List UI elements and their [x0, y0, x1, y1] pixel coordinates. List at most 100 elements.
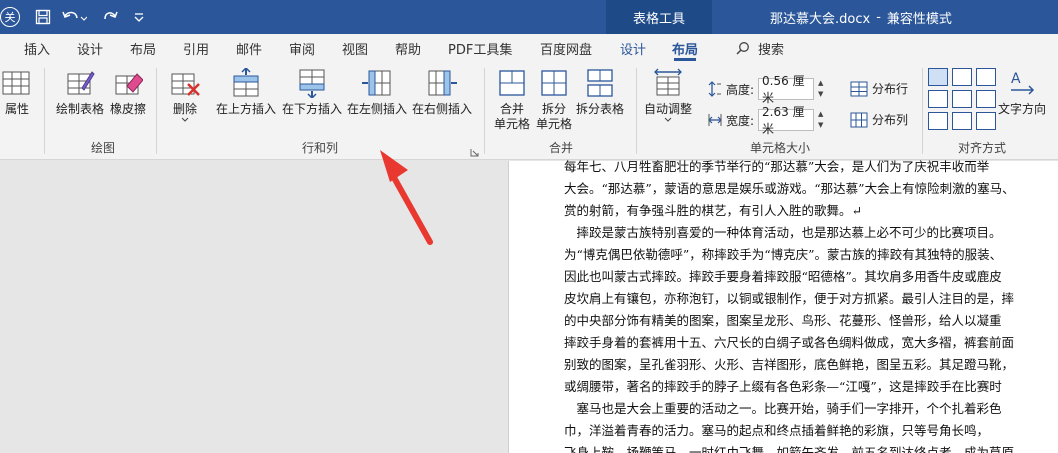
- text-direction-icon: A: [1011, 71, 1035, 95]
- customize-toolbar-icon[interactable]: [124, 0, 154, 34]
- rows-cols-dialog-launcher[interactable]: [470, 148, 479, 157]
- insert-above-label: 在上方插入: [216, 102, 277, 116]
- doc-line: 塞马也是大会上重要的活动之一。比赛开始，骑手们一字排开，个个扎着彩色: [564, 401, 1002, 416]
- title-separator: -: [876, 9, 881, 25]
- doc-line: 摔跤手身着的套裤用十五、六尺长的白绸子或各色绸料做成，宽大多褶，裤套前面: [564, 335, 1015, 350]
- draw-table-icon: [67, 71, 95, 95]
- distribute-cols-label: 分布列: [872, 113, 909, 127]
- ribbon: 属性 绘制表格 橡皮擦 绘图 删除 在上方插入 在下方插入 在左侧插入 在右侧插…: [0, 62, 1058, 160]
- properties-label: 属性: [4, 102, 29, 116]
- tab-table-layout[interactable]: 布局: [672, 34, 698, 62]
- tab-design[interactable]: 设计: [77, 34, 103, 62]
- tab-review[interactable]: 审阅: [289, 34, 315, 62]
- insert-above-icon: [233, 68, 259, 97]
- document-body: 每年七、八月牲畜肥壮的季节举行的“那达慕”大会，是人们为了庆祝丰收而举 大会。“…: [564, 156, 1058, 453]
- split-cells-label-2: 单元格: [536, 117, 573, 131]
- col-width-label: 宽度:: [726, 113, 755, 128]
- merge-cells-label-2: 单元格: [494, 117, 531, 131]
- doc-line: 飞身上鞍，扬鞭策马，一时红巾飞舞，如箭矢齐发。前五名到达终点者，成为草原: [564, 445, 1015, 453]
- insert-left-label: 在左侧插入: [347, 102, 408, 116]
- search-icon: [736, 41, 750, 55]
- document-title: 那达慕大会.docx - 兼容性模式: [770, 0, 952, 34]
- distribute-cols-button[interactable]: 分布列: [850, 111, 908, 128]
- col-width-input[interactable]: 2.63 厘米: [758, 105, 815, 136]
- tab-mailings[interactable]: 邮件: [236, 34, 262, 62]
- align-bottom-center-button[interactable]: [952, 112, 972, 130]
- delete-button[interactable]: 删除: [170, 68, 200, 123]
- align-top-left-button[interactable]: [928, 68, 948, 86]
- col-width-field: 宽度: 2.63 厘米 ▲ ▼: [708, 105, 830, 136]
- tab-pdf-tools[interactable]: PDF工具集: [448, 34, 512, 62]
- tab-insert[interactable]: 插入: [24, 34, 50, 62]
- autosave-toggle[interactable]: 关: [0, 7, 20, 27]
- autofit-button[interactable]: 自动调整: [644, 68, 692, 123]
- distribute-cols-icon: [850, 112, 868, 127]
- merge-group-label: 合并: [548, 141, 573, 155]
- doc-line: 摔跤是蒙古族特别喜爱的一种体育活动，也是那达慕上必不可少的比赛项目。: [564, 225, 1002, 240]
- draw-table-label: 绘制表格: [56, 102, 105, 116]
- align-bottom-left-button[interactable]: [928, 112, 948, 130]
- properties-button[interactable]: 属性: [2, 68, 32, 117]
- tab-table-design[interactable]: 设计: [620, 34, 646, 62]
- doc-line: 的中央部分饰有精美的图案，图案呈龙形、鸟形、花蔓形、怪兽形，给人以凝重: [564, 313, 1002, 328]
- tab-view[interactable]: 视图: [342, 34, 368, 62]
- undo-icon[interactable]: [56, 0, 92, 34]
- ribbon-tabs: 插入 设计 布局 引用 邮件 审阅 视图 帮助 PDF工具集 百度网盘 设计 布…: [0, 34, 1058, 62]
- tab-references[interactable]: 引用: [183, 34, 209, 62]
- autofit-dropdown-icon: [664, 117, 672, 122]
- align-bottom-right-button[interactable]: [976, 112, 996, 130]
- insert-below-button[interactable]: 在下方插入: [282, 68, 342, 117]
- split-cells-button[interactable]: 拆分 单元格: [536, 68, 572, 132]
- row-height-spinner[interactable]: ▲ ▼: [818, 78, 830, 100]
- doc-line: 赏的射箭，有争强斗胜的棋艺，有引人入胜的歌舞。↵: [564, 203, 862, 218]
- eraser-icon: [115, 73, 143, 95]
- merge-cells-button[interactable]: 合并 单元格: [494, 68, 530, 132]
- split-table-icon: [587, 69, 613, 97]
- merge-cells-label-1: 合并: [500, 102, 525, 116]
- distribute-rows-label: 分布行: [872, 82, 909, 96]
- doc-line: 巾，洋溢着青春的活力。塞马的起点和终点插着鲜艳的彩旗，只等号角长鸣，: [564, 423, 990, 438]
- insert-above-button[interactable]: 在上方插入: [216, 68, 276, 117]
- document-page[interactable]: 每年七、八月牲畜肥壮的季节举行的“那达慕”大会，是人们为了庆祝丰收而举 大会。“…: [508, 159, 1058, 453]
- doc-line: 别致的图案，呈孔雀羽形、火形、吉祥图形，底色鲜艳，图呈五彩。其足蹬马靴，: [564, 357, 1015, 372]
- insert-below-label: 在下方插入: [282, 102, 343, 116]
- document-name: 那达慕大会.docx: [770, 11, 871, 27]
- tab-layout[interactable]: 布局: [130, 34, 156, 62]
- insert-left-button[interactable]: 在左侧插入: [347, 68, 407, 117]
- alignment-group-label: 对齐方式: [957, 141, 1006, 155]
- insert-left-icon: [362, 70, 391, 96]
- delete-label: 删除: [172, 102, 197, 116]
- eraser-button[interactable]: 橡皮擦: [110, 68, 146, 117]
- tab-help[interactable]: 帮助: [395, 34, 421, 62]
- distribute-rows-button[interactable]: 分布行: [850, 80, 908, 97]
- align-middle-right-button[interactable]: [976, 90, 996, 108]
- cell-size-group-label: 单元格大小: [749, 141, 810, 155]
- annotation-arrow: [380, 150, 433, 245]
- distribute-rows-icon: [850, 81, 868, 96]
- row-height-label: 高度:: [726, 82, 755, 97]
- align-top-right-button[interactable]: [976, 68, 996, 86]
- col-width-spinner[interactable]: ▲ ▼: [818, 109, 830, 131]
- tab-baidu-netdisk[interactable]: 百度网盘: [540, 34, 592, 62]
- search-label: 搜索: [758, 42, 785, 58]
- delete-dropdown-icon: [181, 117, 189, 122]
- col-width-icon: [708, 114, 722, 126]
- align-middle-left-button[interactable]: [928, 90, 948, 108]
- insert-right-button[interactable]: 在右侧插入: [412, 68, 472, 117]
- split-table-button[interactable]: 拆分表格: [576, 68, 624, 117]
- align-middle-center-button[interactable]: [952, 90, 972, 108]
- split-cells-icon: [541, 70, 567, 96]
- align-top-center-button[interactable]: [952, 68, 972, 86]
- autofit-label: 自动调整: [644, 102, 693, 116]
- search-box[interactable]: 搜索: [736, 34, 784, 62]
- insert-right-label: 在右侧插入: [412, 102, 473, 116]
- row-height-input[interactable]: 0.56 厘米: [758, 74, 815, 105]
- insert-right-icon: [428, 70, 457, 96]
- autofit-icon: [654, 68, 682, 96]
- doc-line: 或绸腰带，著名的摔跤手的脖子上缀有各色彩条—“江嘎”，这是摔跤手在比赛时: [564, 379, 1002, 394]
- save-icon[interactable]: [28, 0, 58, 34]
- redo-icon[interactable]: [96, 0, 126, 34]
- draw-table-button[interactable]: 绘制表格: [56, 68, 104, 117]
- properties-icon: [2, 71, 30, 95]
- text-direction-button[interactable]: A 文字方向: [998, 68, 1046, 117]
